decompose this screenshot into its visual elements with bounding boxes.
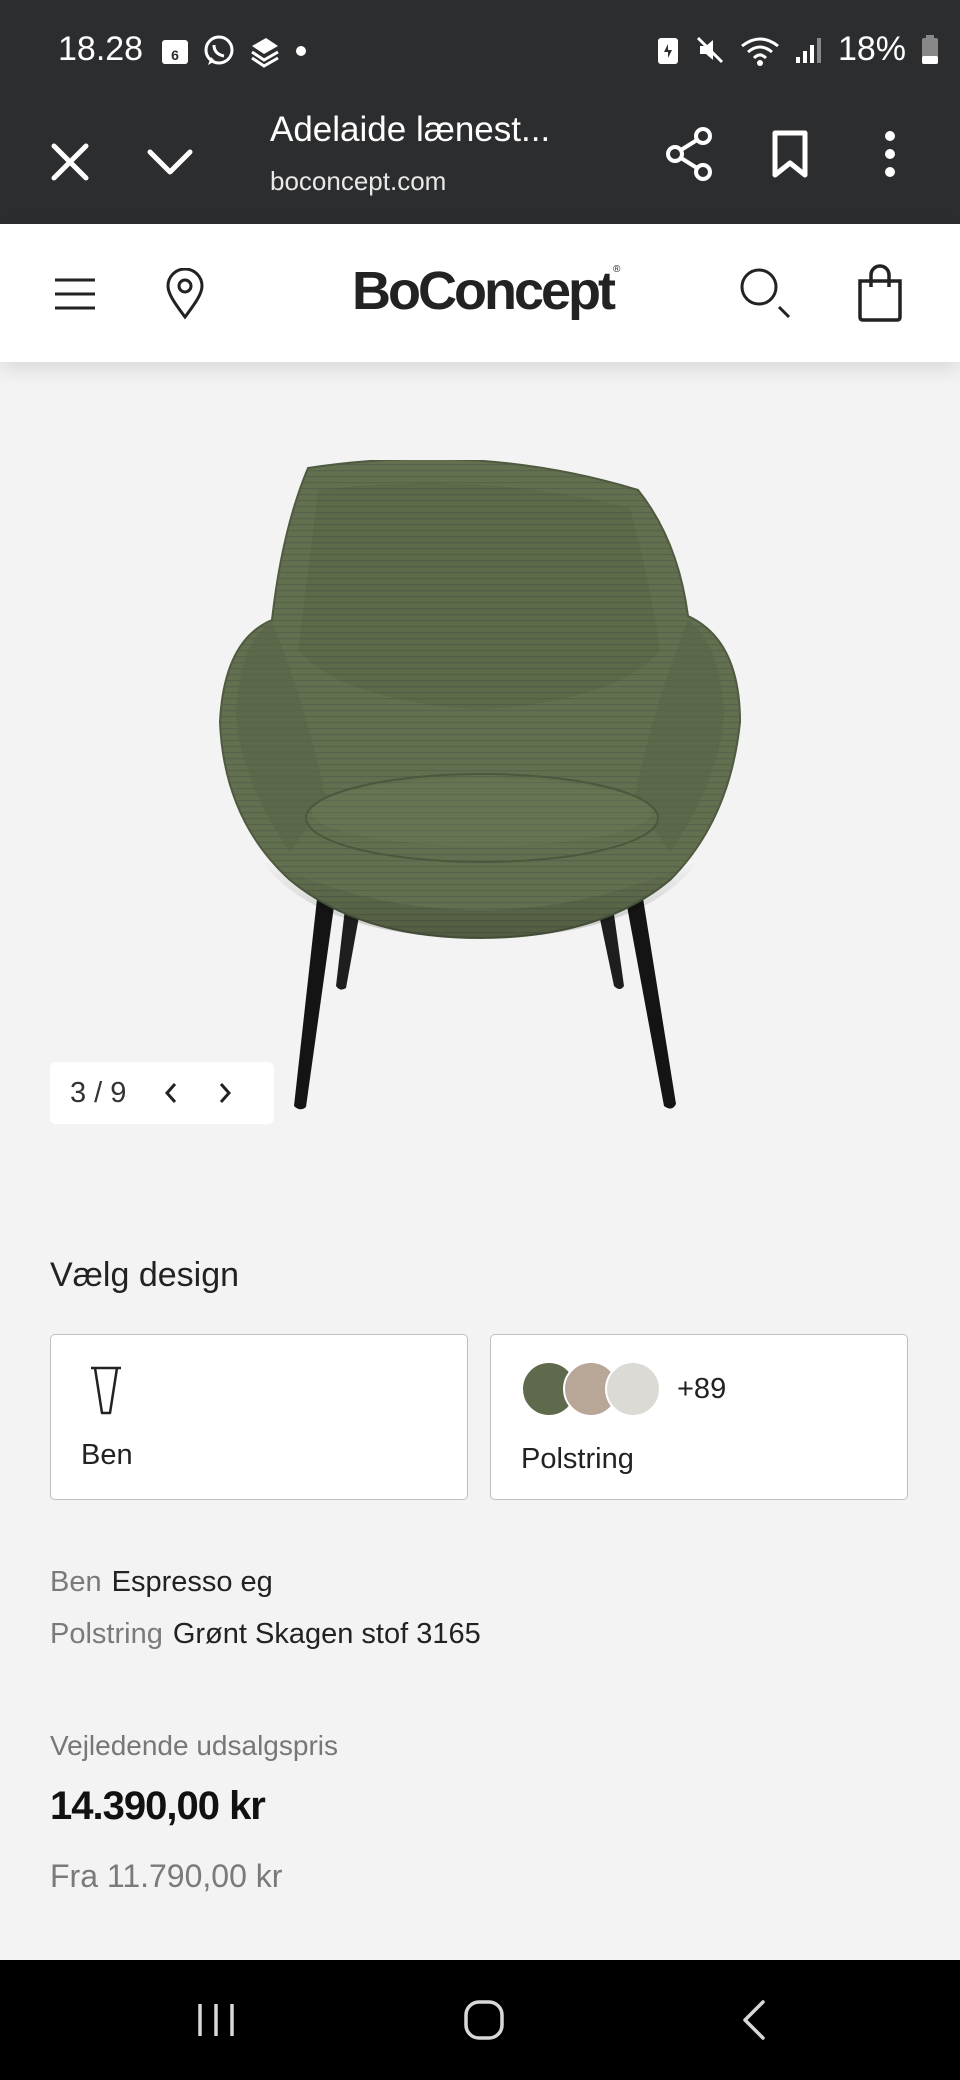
system-icons: 18%: [656, 30, 940, 69]
spec-legs: Ben Espresso eg: [50, 1566, 273, 1599]
location-pin-icon: [166, 268, 204, 320]
chevron-down-icon: [147, 149, 193, 175]
cart-button[interactable]: [848, 260, 912, 326]
chair-leg: [624, 890, 676, 1109]
battery-saver-icon: [657, 37, 678, 64]
spec-upholstery: Polstring Grønt Skagen stof 3165: [50, 1618, 481, 1651]
spec-legs-value: Espresso eg: [111, 1566, 273, 1598]
back-icon: [743, 2000, 765, 2040]
price-from: Fra 11.790,00 kr: [50, 1858, 283, 1894]
search-button[interactable]: [734, 262, 798, 326]
spec-upholstery-key: Polstring: [50, 1618, 163, 1650]
site-header: BoConcept®: [0, 224, 960, 362]
search-icon: [740, 268, 791, 319]
page-url: boconcept.com: [270, 166, 447, 196]
next-image-button[interactable]: [198, 1062, 252, 1124]
browser-toolbar: Adelaide lænest... boconcept.com: [0, 100, 960, 224]
more-options-button[interactable]: [858, 122, 922, 186]
files-icon: [251, 38, 279, 68]
gallery-pager: 3 / 9: [50, 1062, 274, 1124]
hamburger-icon: [55, 278, 95, 310]
menu-button[interactable]: [44, 264, 106, 324]
home-icon: [464, 2000, 504, 2040]
upholstery-option-label: Polstring: [521, 1443, 634, 1475]
back-button[interactable]: [694, 1960, 814, 2080]
calendar-icon: 6: [162, 40, 188, 64]
status-time: 18.28: [58, 30, 144, 68]
battery-icon: [922, 34, 938, 64]
recent-apps-icon: [198, 2004, 234, 2036]
battery-percent: 18%: [837, 30, 906, 68]
recent-apps-button[interactable]: [156, 1960, 276, 2080]
share-button[interactable]: [658, 122, 722, 186]
calendar-day: 6: [171, 47, 179, 63]
design-section-title: Vælg design: [50, 1256, 240, 1294]
minimize-button[interactable]: [138, 130, 202, 194]
table-leg-icon: [91, 1366, 121, 1415]
signal-icon: [795, 37, 821, 63]
notification-icons: 6: [160, 34, 308, 68]
more-swatches-count: +89: [677, 1372, 727, 1405]
boconcept-logo[interactable]: BoConcept®: [352, 260, 620, 322]
close-icon: [51, 143, 89, 181]
price-note: Vejledende udsalgspris: [50, 1730, 338, 1761]
page-title: Adelaide lænest...: [270, 110, 551, 149]
spec-legs-key: Ben: [50, 1566, 102, 1598]
mute-icon: [696, 36, 723, 63]
registered-mark: ®: [612, 264, 621, 275]
spec-upholstery-value: Grønt Skagen stof 3165: [172, 1618, 481, 1650]
legs-option-card[interactable]: Ben: [50, 1334, 468, 1500]
more-vert-icon: [885, 131, 895, 177]
fabric-swatch-ivory: [605, 1361, 661, 1417]
wifi-icon: [741, 37, 779, 66]
gallery-counter: 3 / 9: [70, 1076, 127, 1109]
home-button[interactable]: [424, 1960, 544, 2080]
status-bar: 18.28 6 18%: [0, 0, 960, 100]
logo-text: BoConcept: [352, 261, 616, 321]
fabric-swatches: +89: [521, 1361, 726, 1417]
chevron-right-icon: [219, 1083, 232, 1103]
chevron-left-icon: [164, 1083, 177, 1103]
store-locator-button[interactable]: [155, 262, 215, 326]
navigation-bar: [0, 1960, 960, 2080]
shopping-bag-icon: [858, 264, 902, 322]
bookmark-icon: [772, 130, 808, 178]
close-button[interactable]: [38, 130, 102, 194]
product-image[interactable]: [200, 460, 760, 1120]
upholstery-option-card[interactable]: +89 Polstring: [490, 1334, 908, 1500]
share-icon: [666, 127, 712, 181]
legs-option-label: Ben: [81, 1439, 133, 1471]
whatsapp-icon: [204, 35, 234, 65]
price: 14.390,00 kr: [50, 1784, 266, 1828]
previous-image-button[interactable]: [144, 1062, 198, 1124]
bookmark-button[interactable]: [758, 122, 822, 186]
chair-leg: [294, 890, 336, 1110]
dot-icon: [296, 46, 306, 56]
